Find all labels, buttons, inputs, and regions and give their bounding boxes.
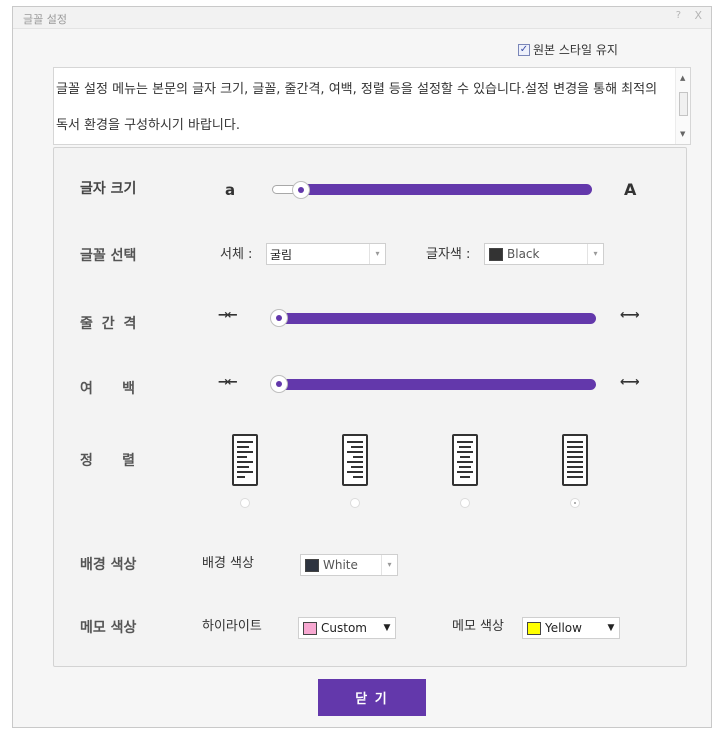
settings-panel: 글자 크기 a A 글꼴 선택 서체 : 굴림 ▾ 글자색 : Black ▾ … [53,147,687,667]
memo-color-swatch [527,621,541,635]
decrease-margin-icon: →← [218,375,238,390]
align-right-radio[interactable] [350,498,360,508]
keep-style-checkbox[interactable]: ✓ [518,43,530,56]
keep-original-style[interactable]: ✓ 원본 스타일 유지 [518,41,618,58]
font-size-slider-handle[interactable] [292,181,310,199]
background-color-label: 배경 색상 [80,557,137,573]
align-justify-icon[interactable] [562,434,588,486]
background-color-swatch [305,558,319,572]
align-center-icon[interactable] [452,434,478,486]
margin-label: 여 백 [80,381,136,397]
increase-spacing-icon: ←→ [620,308,640,323]
alignment-label: 정 렬 [80,453,136,469]
align-right-icon[interactable] [342,434,368,486]
scroll-down-icon[interactable]: ▼ [680,130,685,138]
memo-color-label: 메모 색상 [80,620,137,636]
memo-color-field-label: 메모 색상 [452,619,504,634]
highlight-color-swatch [303,621,317,635]
chevron-down-icon: ▾ [369,244,385,264]
line-spacing-slider-handle[interactable] [270,309,288,327]
font-select-label: 글꼴 선택 [80,248,137,264]
small-a-icon: a [225,181,236,199]
background-color-select[interactable]: White ▾ [300,554,398,576]
margin-slider-handle[interactable] [270,375,288,393]
highlight-color-select[interactable]: Custom ▼ [298,617,396,639]
decrease-spacing-icon: →← [218,308,238,323]
chevron-down-icon: ▼ [383,623,391,633]
scroll-thumb[interactable] [679,92,688,116]
font-color-label: 글자색 : [426,247,471,262]
typeface-value: 굴림 [270,247,293,262]
highlight-color-value: Custom [321,621,367,635]
help-button[interactable]: ? [676,10,681,21]
line-spacing-slider-track[interactable] [272,313,596,324]
description-text: 글꼴 설정 메뉴는 본문의 글자 크기, 글꼴, 줄간격, 여백, 정렬 등을 … [56,82,658,133]
highlight-label: 하이라이트 [202,619,262,634]
description-box: 글꼴 설정 메뉴는 본문의 글자 크기, 글꼴, 줄간격, 여백, 정렬 등을 … [53,67,691,145]
memo-color-value: Yellow [545,621,582,635]
font-color-value: Black [507,247,540,261]
memo-color-select[interactable]: Yellow ▼ [522,617,620,639]
margin-slider-track[interactable] [272,379,596,390]
font-size-slider-track[interactable] [294,184,592,195]
line-spacing-label: 줄 간 격 [80,316,139,332]
font-color-select[interactable]: Black ▾ [484,243,604,265]
close-button[interactable]: 닫 기 [318,679,426,716]
align-justify-radio[interactable] [570,498,580,508]
background-color-value: White [323,558,358,572]
increase-margin-icon: ←→ [620,375,640,390]
keep-style-label: 원본 스타일 유지 [533,43,618,57]
font-color-swatch [489,247,503,261]
font-size-label: 글자 크기 [80,181,137,197]
font-settings-dialog: 글꼴 설정 ? X ✓ 원본 스타일 유지 글꼴 설정 메뉴는 본문의 글자 크… [12,6,712,728]
large-a-icon: A [624,180,637,199]
chevron-down-icon: ▼ [607,623,615,633]
chevron-down-icon: ▾ [587,244,603,264]
align-center-radio[interactable] [460,498,470,508]
background-color-field-label: 배경 색상 [202,556,254,571]
dialog-title: 글꼴 설정 [23,13,67,26]
description-scrollbar[interactable]: ▲ ▼ [675,68,690,144]
title-close-button[interactable]: X [694,9,702,22]
typeface-label: 서체 : [220,247,253,262]
typeface-select[interactable]: 굴림 ▾ [266,243,386,265]
title-bar: 글꼴 설정 ? X [13,7,711,29]
chevron-down-icon: ▾ [381,555,397,575]
align-left-radio[interactable] [240,498,250,508]
align-left-icon[interactable] [232,434,258,486]
scroll-up-icon[interactable]: ▲ [680,74,685,82]
